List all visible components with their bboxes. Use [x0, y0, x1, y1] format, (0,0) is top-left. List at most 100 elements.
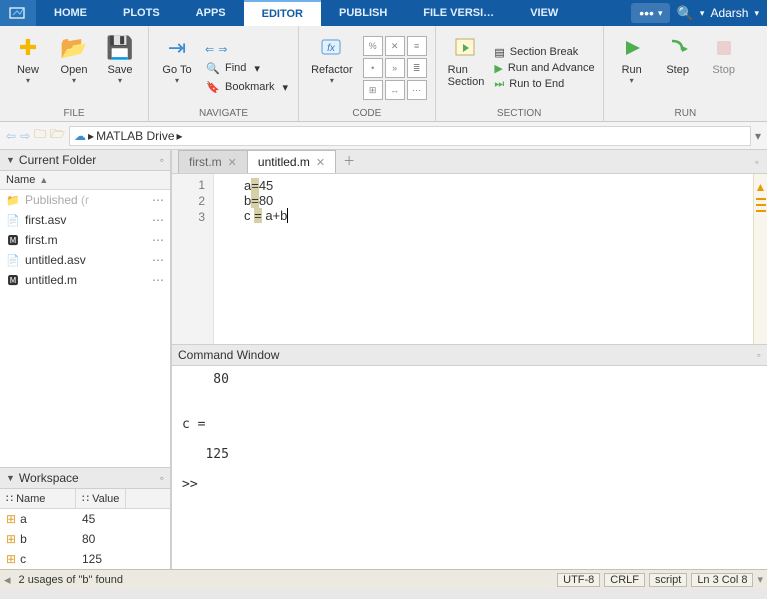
folder-icon[interactable]: 🗁: [50, 125, 65, 146]
tab-editor[interactable]: EDITOR: [244, 0, 321, 26]
workspace-panes: ▼ Current Folder ◦ Name▲ 📁Published (r⋯📄…: [0, 150, 767, 569]
close-icon[interactable]: ✕: [228, 156, 237, 169]
new-button[interactable]: ✚ New▾: [8, 30, 48, 106]
run-advance-button[interactable]: ▶Run and Advance: [494, 62, 594, 75]
scroll-left-icon[interactable]: ◂: [4, 572, 11, 588]
command-window[interactable]: 80 c = 125 >>: [172, 366, 767, 569]
ws-col-name[interactable]: ∷ Name: [0, 489, 76, 508]
open-button[interactable]: 📂 Open▾: [54, 30, 94, 106]
run-button[interactable]: Run▾: [612, 30, 652, 106]
collapse-icon: ▼: [6, 473, 15, 483]
variable-name: a: [20, 512, 27, 526]
workspace-columns: ∷ Name ∷ Value: [0, 489, 170, 509]
goto-button[interactable]: ⇥ Go To▾: [157, 30, 197, 106]
file-row[interactable]: 🅼untitled.m⋯: [0, 270, 170, 290]
workspace-row[interactable]: ⊞a45: [0, 509, 170, 529]
message-strip[interactable]: ▲: [753, 174, 767, 344]
code-body[interactable]: a=45b=80c = a+b: [214, 174, 753, 344]
panel-actions-icon[interactable]: ◦: [757, 348, 761, 362]
path-root: MATLAB Drive: [96, 129, 174, 143]
plus-icon: ✚: [14, 34, 42, 62]
close-icon[interactable]: ✕: [316, 156, 325, 169]
ribbon-group-navigate: ⇥ Go To▾ ⇐⇒ 🔍Find▾ 🔖Bookmark▾ NAVIGATE: [149, 26, 299, 121]
code-editor[interactable]: 123 a=45b=80c = a+b ▲: [172, 174, 767, 344]
tab-publish[interactable]: PUBLISH: [321, 0, 405, 26]
folder-up-icon[interactable]: 🗀: [34, 125, 46, 146]
folder-open-icon: 📂: [60, 34, 88, 62]
folder-name-header[interactable]: Name▲: [0, 171, 170, 190]
variable-icon: ⊞: [6, 532, 16, 546]
nav-back-icon[interactable]: ⇦: [6, 129, 16, 143]
tab-view[interactable]: VIEW: [512, 0, 576, 26]
file-icon: 📄: [6, 253, 20, 267]
play-icon: [618, 34, 646, 62]
status-cursor-pos[interactable]: Ln 3 Col 8: [691, 573, 753, 587]
group-label-code: CODE: [307, 106, 427, 121]
editor-panel-close-icon[interactable]: ◦: [747, 151, 767, 173]
variable-icon: ⊞: [6, 552, 16, 566]
menu-tabstrip: HOME PLOTS APPS EDITOR PUBLISH FILE VERS…: [0, 0, 767, 26]
status-filetype[interactable]: script: [649, 573, 687, 587]
file-icon: 📄: [6, 213, 20, 227]
code-tools-grid[interactable]: %✕≡ •»≣ ⊞↔⋯: [363, 30, 427, 106]
workspace-row[interactable]: ⊞b80: [0, 529, 170, 549]
tab-apps[interactable]: APPS: [178, 0, 244, 26]
run-to-end-button[interactable]: ⏭Run to End: [494, 78, 594, 91]
panel-actions-icon[interactable]: ◦: [160, 471, 164, 485]
file-menu-icon[interactable]: ⋯: [152, 193, 164, 207]
status-encoding[interactable]: UTF-8: [557, 573, 600, 587]
workspace-header[interactable]: ▼ Workspace ◦: [0, 467, 170, 489]
ws-col-value[interactable]: ∷ Value: [76, 489, 126, 508]
current-folder-header[interactable]: ▼ Current Folder ◦: [0, 150, 170, 171]
ribbon-group-code: fx Refactor▾ %✕≡ •»≣ ⊞↔⋯ CODE: [299, 26, 436, 121]
file-menu-icon[interactable]: ⋯: [152, 273, 164, 287]
tab-fileversions[interactable]: FILE VERSI…: [405, 0, 512, 26]
goto-icon: ⇥: [163, 34, 191, 62]
refactor-button[interactable]: fx Refactor▾: [307, 30, 357, 106]
file-row[interactable]: 📄first.asv⋯: [0, 210, 170, 230]
ribbon-group-file: ✚ New▾ 📂 Open▾ 💾 Save▾ FILE: [0, 26, 149, 121]
search-icon[interactable]: 🔍: [676, 5, 693, 22]
file-menu-icon[interactable]: ⋯: [152, 253, 164, 267]
variable-value: 80: [82, 532, 95, 546]
variable-value: 125: [82, 552, 102, 566]
step-button[interactable]: Step: [658, 30, 698, 106]
variable-value: 45: [82, 512, 95, 526]
path-dropdown[interactable]: ▾: [755, 129, 761, 143]
file-row[interactable]: 📁Published (r⋯: [0, 190, 170, 210]
workspace-variables: ⊞ a 45 ⊞b80⊞c125: [0, 509, 170, 569]
file-menu-icon[interactable]: ⋯: [152, 233, 164, 247]
nav-arrows[interactable]: ⇐⇒: [203, 42, 290, 57]
find-button[interactable]: 🔍Find▾: [203, 61, 290, 76]
nav-fwd-icon[interactable]: ⇨: [20, 129, 30, 143]
save-button[interactable]: 💾 Save▾: [100, 30, 140, 106]
file-row[interactable]: 📄untitled.asv⋯: [0, 250, 170, 270]
status-bar: ◂ 2 usages of "b" found UTF-8 CRLF scrip…: [0, 569, 767, 589]
editor-tab-first[interactable]: first.m✕: [178, 150, 248, 173]
editor-tab-untitled[interactable]: untitled.m✕: [247, 150, 336, 173]
ribbon-group-run: Run▾ Step Stop RUN: [604, 26, 767, 121]
file-row[interactable]: 🅼first.m⋯: [0, 230, 170, 250]
matlab-logo: [0, 0, 36, 26]
stop-button[interactable]: Stop: [704, 30, 744, 106]
run-section-button[interactable]: Run Section: [444, 30, 489, 106]
command-window-header[interactable]: Command Window◦: [172, 344, 767, 366]
bookmark-button[interactable]: 🔖Bookmark▾: [203, 80, 290, 95]
new-tab-button[interactable]: ＋: [335, 148, 363, 173]
line-gutter: 123: [172, 174, 214, 344]
topbar-right: •••▾ 🔍▾ Adarsh▾: [631, 0, 767, 26]
editor-column: first.m✕ untitled.m✕ ＋ ◦ 123 a=45b=80c =…: [172, 150, 767, 569]
scroll-right-icon[interactable]: ▾: [757, 573, 763, 586]
overflow-button[interactable]: •••▾: [631, 3, 670, 23]
warning-marker: [756, 210, 766, 212]
warning-icon: ▲: [755, 180, 767, 194]
panel-actions-icon[interactable]: ◦: [160, 153, 164, 167]
workspace-row[interactable]: ⊞c125: [0, 549, 170, 569]
status-eol[interactable]: CRLF: [604, 573, 645, 587]
tab-home[interactable]: HOME: [36, 0, 105, 26]
user-name[interactable]: Adarsh: [710, 6, 748, 20]
path-field[interactable]: ☁ ▸ MATLAB Drive ▸: [69, 126, 751, 146]
section-break-button[interactable]: ▤Section Break: [494, 46, 594, 59]
tab-plots[interactable]: PLOTS: [105, 0, 178, 26]
file-menu-icon[interactable]: ⋯: [152, 213, 164, 227]
